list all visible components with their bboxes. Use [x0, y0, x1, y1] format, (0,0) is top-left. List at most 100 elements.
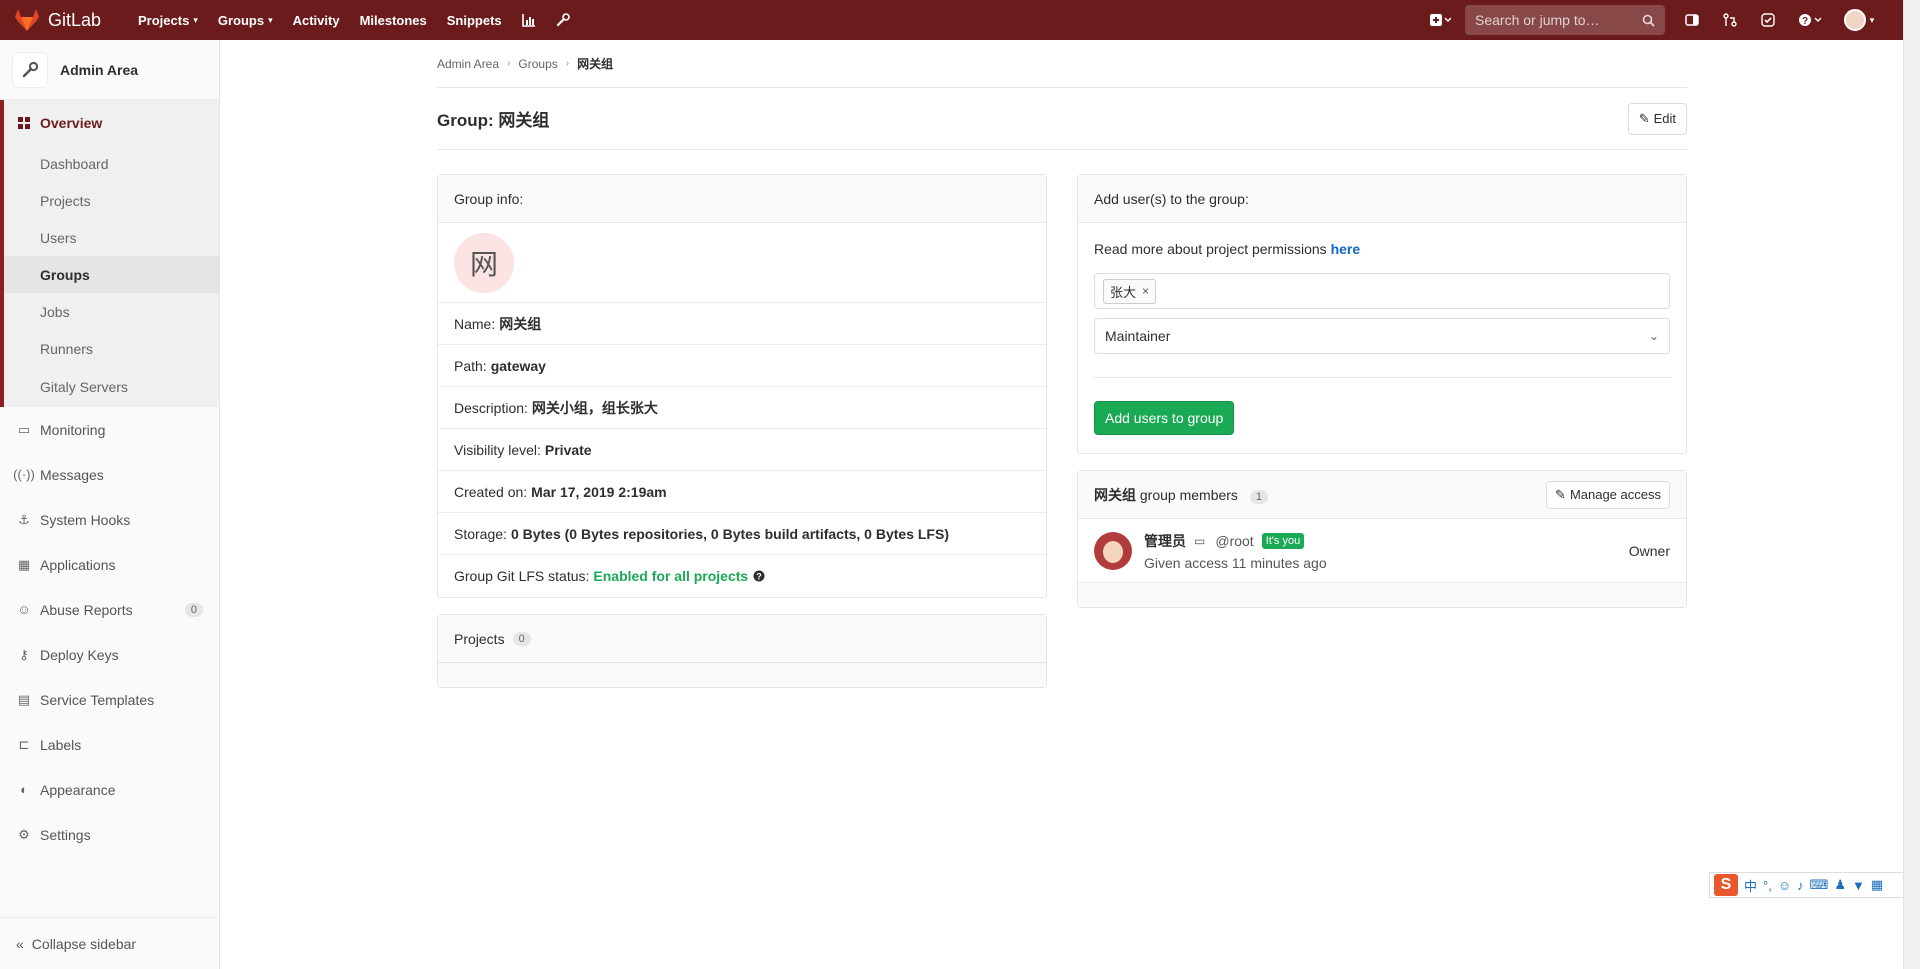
search-input[interactable]: Search or jump to…	[1465, 5, 1665, 35]
microphone-icon[interactable]: ♪	[1797, 878, 1804, 893]
user-menu[interactable]: ▾	[1838, 6, 1880, 34]
chart-icon[interactable]	[512, 0, 546, 40]
overview-grid-icon	[16, 116, 32, 129]
projects-count-badge: 0	[512, 631, 531, 646]
edit-button[interactable]: ✎ Edit	[1627, 102, 1687, 135]
group-visibility-row: Visibility level: Private	[438, 429, 1046, 471]
sidebar-item-system-hooks[interactable]: ⚓ System Hooks	[0, 497, 219, 542]
group-description-row: Description: 网关小组，组长张大	[438, 387, 1046, 429]
add-users-button[interactable]: Add users to group	[1094, 401, 1235, 435]
add-users-panel: Add user(s) to the group: Read more abou…	[1077, 174, 1687, 454]
grid-icon: ▦	[17, 556, 31, 572]
collapse-sidebar-button[interactable]: « Collapse sidebar	[0, 917, 219, 969]
sidebar-item-label: System Hooks	[40, 511, 131, 528]
breadcrumb-groups[interactable]: Groups	[518, 57, 557, 71]
todo-icon[interactable]	[1754, 6, 1782, 34]
sidebar-item-applications[interactable]: ▦ Applications	[0, 542, 219, 587]
manage-access-button[interactable]: ✎ Manage access	[1546, 480, 1670, 509]
question-circle-icon[interactable]: ?	[753, 570, 765, 582]
chevron-down-icon: ▾	[268, 14, 273, 25]
sidebar-item-appearance[interactable]: ◐ Appearance	[0, 767, 219, 812]
sidebar-item-service-templates[interactable]: ▤ Service Templates	[0, 677, 219, 722]
group-description-value: 网关小组，组长张大	[531, 399, 658, 416]
svg-text:?: ?	[1802, 16, 1808, 27]
sidebar-sub-jobs[interactable]: Jobs	[4, 293, 219, 330]
nav-projects[interactable]: Projects ▾	[128, 0, 208, 40]
user-icon[interactable]: ♟	[1834, 877, 1846, 893]
sidebar-item-labels[interactable]: ⊏ Labels	[0, 722, 219, 767]
sidebar-overview-section: Overview Dashboard Projects Users Groups…	[0, 100, 219, 407]
merge-request-icon[interactable]	[1716, 6, 1744, 34]
nav-activity-label: Activity	[292, 12, 340, 28]
page-scrollbar[interactable]	[1903, 0, 1920, 969]
group-identicon-row: 网	[438, 223, 1046, 303]
double-chevron-left-icon: «	[16, 935, 24, 952]
remove-token-icon[interactable]: ×	[1142, 284, 1149, 298]
permissions-link[interactable]: here	[1331, 241, 1361, 257]
key-icon: ⚷	[19, 646, 29, 662]
ime-mode[interactable]: 中	[1744, 876, 1757, 895]
gitlab-home-link[interactable]: GitLab	[0, 8, 128, 32]
chevron-down-icon: ▾	[1869, 14, 1875, 25]
nav-activity[interactable]: Activity	[283, 0, 350, 40]
breadcrumb-admin-area[interactable]: Admin Area	[437, 57, 499, 71]
nav-milestones-label: Milestones	[359, 12, 427, 28]
sidebar-sub-gitaly-servers[interactable]: Gitaly Servers	[4, 367, 219, 407]
group-info-panel: Group info: 网 Name: 网关组 Path: gateway Desc…	[437, 174, 1047, 598]
avatar[interactable]	[1094, 531, 1132, 570]
nav-groups[interactable]: Groups ▾	[208, 0, 283, 40]
sidebar-item-label: Labels	[40, 736, 82, 753]
access-level-value: Maintainer	[1105, 328, 1171, 344]
edit-icon: ✎	[1555, 486, 1566, 502]
sidebar-sub-projects[interactable]: Projects	[4, 182, 219, 219]
avatar	[1843, 9, 1866, 31]
sidebar-item-label: Appearance	[40, 781, 116, 798]
sidebar-toggle-icon[interactable]	[1678, 6, 1706, 34]
member-role: Owner	[1628, 542, 1670, 559]
nav-milestones[interactable]: Milestones	[350, 0, 437, 40]
sidebar-item-deploy-keys[interactable]: ⚷ Deploy Keys	[0, 632, 219, 677]
sidebar-sub-groups[interactable]: Groups	[4, 256, 219, 293]
nav-snippets[interactable]: Snippets	[437, 0, 512, 40]
new-item-icon[interactable]	[1426, 6, 1454, 34]
members-heading-text: 网关组 group members 1	[1094, 485, 1268, 505]
gear-icon: ⚙	[18, 826, 30, 842]
sidebar-sub-users[interactable]: Users	[4, 219, 219, 256]
members-heading-suffix: group members	[1139, 486, 1238, 503]
sidebar-item-monitoring[interactable]: ▭ Monitoring	[0, 407, 219, 452]
sidebar-item-label: Messages	[40, 466, 104, 483]
sidebar-item-messages[interactable]: ((·)) Messages	[0, 452, 219, 497]
sidebar-header[interactable]: Admin Area	[0, 40, 219, 100]
members-panel-footer	[1078, 583, 1686, 607]
wrench-icon[interactable]	[546, 0, 580, 40]
main-content: Admin Area › Groups › 网关组 Group: 网关组 ✎ E…	[437, 40, 1687, 704]
user-select-input[interactable]: 张大 ×	[1094, 273, 1670, 309]
member-access-time: Given access 11 minutes ago	[1144, 554, 1327, 571]
broadcast-icon: ((·))	[13, 467, 35, 482]
sidebar-item-overview[interactable]: Overview	[4, 100, 219, 145]
punctuation-icon[interactable]: °,	[1763, 878, 1772, 893]
shirt-icon[interactable]: ▼	[1852, 878, 1865, 893]
page-title: Group: 网关组	[437, 111, 550, 130]
emoji-icon[interactable]: ☺	[1778, 878, 1791, 893]
help-icon[interactable]: ?	[1792, 6, 1828, 34]
sidebar-item-settings[interactable]: ⚙ Settings	[0, 812, 219, 857]
title-row: Group: 网关组 ✎ Edit	[437, 88, 1687, 150]
search-icon	[1642, 14, 1655, 27]
breadcrumb-current[interactable]: 网关组	[577, 55, 613, 72]
sidebar-item-abuse-reports[interactable]: ☺ Abuse Reports 0	[0, 587, 219, 632]
keyboard-icon[interactable]: ⌨	[1810, 877, 1829, 893]
grid-icon[interactable]: ▦	[1871, 877, 1883, 893]
access-level-select[interactable]: Maintainer ⌄	[1094, 318, 1670, 354]
sidebar-sub-runners[interactable]: Runners	[4, 330, 219, 367]
chevron-down-icon: ▾	[193, 14, 198, 25]
info-label: Description:	[454, 399, 528, 416]
member-name[interactable]: 管理员	[1144, 531, 1186, 551]
edit-icon: ✎	[1638, 110, 1650, 126]
manage-access-label: Manage access	[1569, 487, 1661, 502]
group-identicon: 网	[454, 232, 514, 293]
sidebar-sub-dashboard[interactable]: Dashboard	[4, 145, 219, 182]
ime-toolbar[interactable]: S 中 °, ☺ ♪ ⌨ ♟ ▼ ▦	[1709, 872, 1919, 898]
members-group-name: 网关组	[1094, 486, 1136, 503]
label-icon: ⊏	[18, 736, 30, 752]
